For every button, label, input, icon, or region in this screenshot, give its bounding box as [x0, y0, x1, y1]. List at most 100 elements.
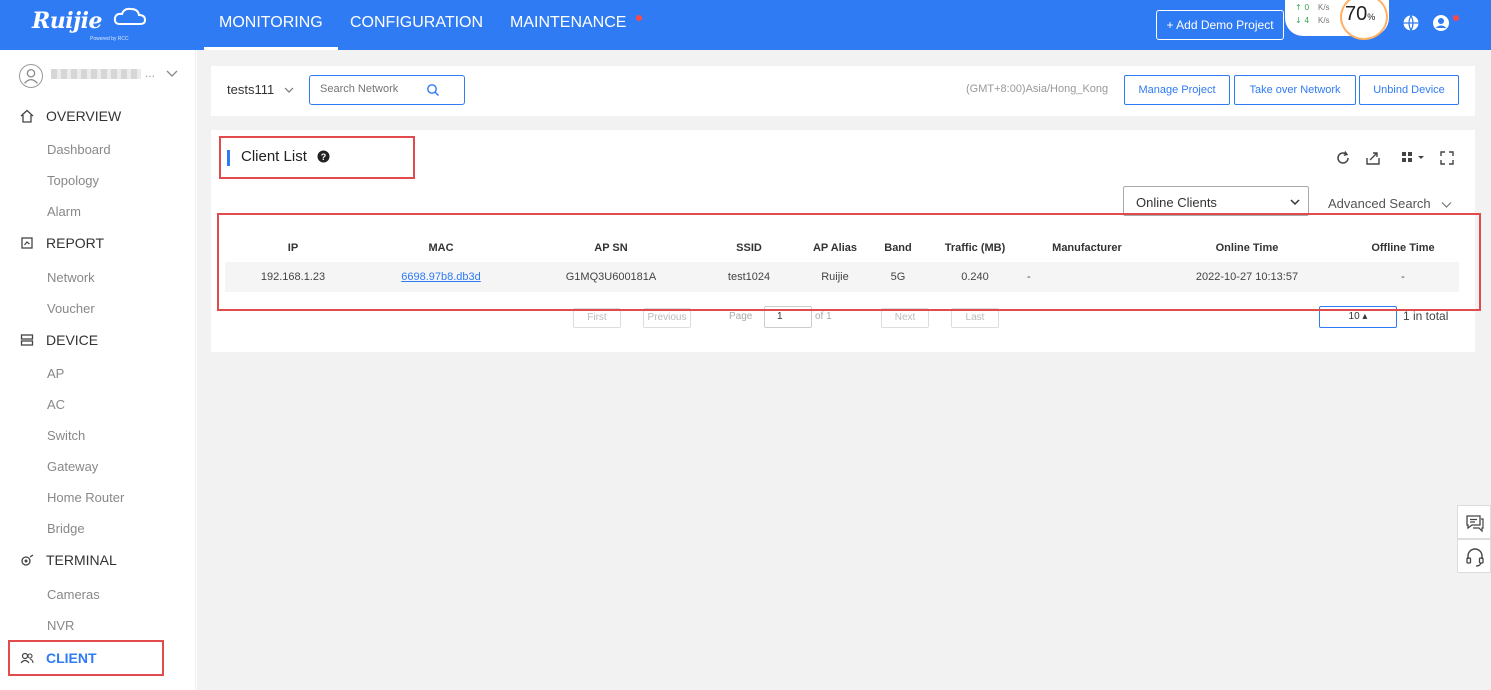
- column-header-offline-time[interactable]: Offline Time: [1347, 242, 1459, 254]
- column-header-manufacturer[interactable]: Manufacturer: [1027, 242, 1147, 254]
- client-table: IP MAC AP SN SSID AP Alias Band Traffic …: [225, 234, 1459, 292]
- unbind-device-button[interactable]: Unbind Device: [1359, 75, 1459, 105]
- support-button[interactable]: [1457, 539, 1491, 573]
- search-input[interactable]: [320, 83, 430, 95]
- account-selector[interactable]: ...: [15, 60, 190, 92]
- nav-monitoring-label: MONITORING: [219, 14, 323, 31]
- chevron-down-icon[interactable]: [1441, 199, 1452, 210]
- sidebar-item-alarm[interactable]: Alarm: [47, 204, 81, 219]
- sidebar-item-nvr[interactable]: NVR: [47, 618, 74, 633]
- column-header-traffic[interactable]: Traffic (MB): [923, 242, 1027, 254]
- first-page-button[interactable]: First: [573, 308, 621, 328]
- take-over-network-button[interactable]: Take over Network: [1234, 75, 1356, 105]
- globe-icon[interactable]: [1402, 14, 1420, 32]
- page-size-select[interactable]: 10 ▴: [1319, 306, 1397, 328]
- table-row[interactable]: 192.168.1.23 6698.97b8.db3d G1MQ3U600181…: [225, 262, 1459, 292]
- export-icon[interactable]: [1365, 150, 1381, 166]
- sidebar-item-voucher[interactable]: Voucher: [47, 301, 95, 316]
- column-settings-icon[interactable]: [1401, 150, 1427, 166]
- cell-ssid: test1024: [727, 271, 771, 283]
- sidebar-item-cameras[interactable]: Cameras: [47, 587, 100, 602]
- add-demo-project-button[interactable]: + Add Demo Project: [1156, 10, 1284, 40]
- avatar-icon: [19, 64, 43, 88]
- cell-ip: 192.168.1.23: [260, 271, 326, 283]
- account-name-redacted: [51, 69, 141, 79]
- cell-ap-sn: G1MQ3U600181A: [565, 271, 657, 283]
- sidebar-item-network[interactable]: Network: [47, 270, 95, 285]
- sidebar-item-topology[interactable]: Topology: [47, 173, 99, 188]
- network-speed-widget[interactable]: ↑ 0 K/s ↓ 4 K/s 70%: [1285, 0, 1389, 40]
- page-count: of 1: [815, 311, 832, 322]
- total-count: 1 in total: [1403, 309, 1449, 323]
- brand-logo[interactable]: Ruijie: [32, 8, 102, 34]
- nav-maintenance-label: MAINTENANCE: [510, 14, 627, 31]
- column-header-mac[interactable]: MAC: [361, 242, 521, 254]
- previous-page-button[interactable]: Previous: [643, 308, 691, 328]
- column-header-ip[interactable]: IP: [225, 242, 361, 254]
- cell-mac: 6698.97b8.db3d: [361, 271, 521, 283]
- sidebar-item-client[interactable]: CLIENT: [20, 650, 97, 666]
- chevron-down-icon: [1290, 199, 1300, 206]
- column-header-band[interactable]: Band: [873, 242, 923, 254]
- project-selector[interactable]: tests111: [227, 82, 274, 97]
- search-network[interactable]: [309, 75, 465, 105]
- fullscreen-icon[interactable]: [1439, 150, 1455, 166]
- cell-online-time: 2022-10-27 10:13:57: [1195, 271, 1299, 283]
- sidebar-section-report[interactable]: REPORT: [20, 233, 104, 253]
- client-status-select[interactable]: Online Clients: [1123, 186, 1309, 216]
- cell-offline-time: -: [1401, 271, 1405, 283]
- sidebar-item-dashboard[interactable]: Dashboard: [47, 142, 111, 157]
- column-header-online-time[interactable]: Online Time: [1147, 242, 1347, 254]
- users-icon: [20, 652, 34, 664]
- project-bar: tests111 (GMT+8:00)Asia/Hong_Kong Manage…: [211, 66, 1475, 116]
- sidebar-section-overview[interactable]: OVERVIEW: [20, 106, 121, 126]
- cell-manufacturer: -: [1027, 271, 1031, 283]
- download-speed-unit: K/s: [1318, 16, 1330, 25]
- nav-monitoring[interactable]: MONITORING: [204, 0, 338, 50]
- column-header-ap-sn[interactable]: AP SN: [521, 242, 701, 254]
- download-speed: ↓ 4: [1295, 16, 1310, 25]
- cloud-icon: [113, 7, 147, 25]
- client-list-panel: Client List ? Online Clients Advanced Se…: [211, 130, 1475, 352]
- page-label: Page: [729, 311, 753, 322]
- table-header: IP MAC AP SN SSID AP Alias Band Traffic …: [225, 234, 1459, 262]
- user-icon[interactable]: [1432, 14, 1450, 32]
- advanced-search-toggle[interactable]: Advanced Search: [1328, 196, 1431, 211]
- home-icon: [20, 109, 34, 123]
- sidebar-section-terminal[interactable]: TERMINAL: [20, 550, 117, 570]
- feedback-button[interactable]: [1457, 505, 1491, 539]
- device-icon: [20, 334, 34, 346]
- refresh-icon[interactable]: [1335, 150, 1351, 166]
- chevron-down-icon[interactable]: [283, 84, 295, 96]
- account-ellipsis: ...: [145, 66, 156, 80]
- search-icon[interactable]: [426, 83, 440, 97]
- sidebar-item-home-router[interactable]: Home Router: [47, 490, 124, 505]
- cell-band: 5G: [890, 271, 906, 283]
- column-header-ssid[interactable]: SSID: [701, 242, 797, 254]
- manage-project-button[interactable]: Manage Project: [1124, 75, 1230, 105]
- next-page-button[interactable]: Next: [881, 308, 929, 328]
- panel-title: Client List: [241, 148, 307, 165]
- sidebar-item-bridge[interactable]: Bridge: [47, 521, 85, 536]
- cell-traffic: 0.240: [961, 271, 989, 283]
- client-status-selected: Online Clients: [1136, 195, 1217, 210]
- timezone-label: (GMT+8:00)Asia/Hong_Kong: [966, 83, 1109, 95]
- upload-speed-unit: K/s: [1318, 3, 1330, 12]
- nav-configuration-label: CONFIGURATION: [350, 14, 484, 31]
- sidebar-item-gateway[interactable]: Gateway: [47, 459, 98, 474]
- nav-maintenance[interactable]: MAINTENANCE: [495, 0, 646, 50]
- user-notification-dot: [1453, 15, 1459, 21]
- page-number-input[interactable]: 1: [764, 306, 812, 328]
- column-header-ap-alias[interactable]: AP Alias: [797, 242, 873, 254]
- report-icon: [21, 237, 33, 249]
- sidebar-item-switch[interactable]: Switch: [47, 428, 85, 443]
- sidebar-section-device[interactable]: DEVICE: [20, 330, 98, 350]
- sidebar-item-ap[interactable]: AP: [47, 366, 64, 381]
- help-icon[interactable]: ?: [317, 150, 330, 163]
- chevron-down-icon[interactable]: [165, 66, 179, 80]
- svg-text:?: ?: [321, 152, 327, 162]
- sidebar-item-ac[interactable]: AC: [47, 397, 65, 412]
- last-page-button[interactable]: Last: [951, 308, 999, 328]
- mac-link[interactable]: 6698.97b8.db3d: [401, 271, 481, 283]
- nav-configuration[interactable]: CONFIGURATION: [335, 0, 498, 50]
